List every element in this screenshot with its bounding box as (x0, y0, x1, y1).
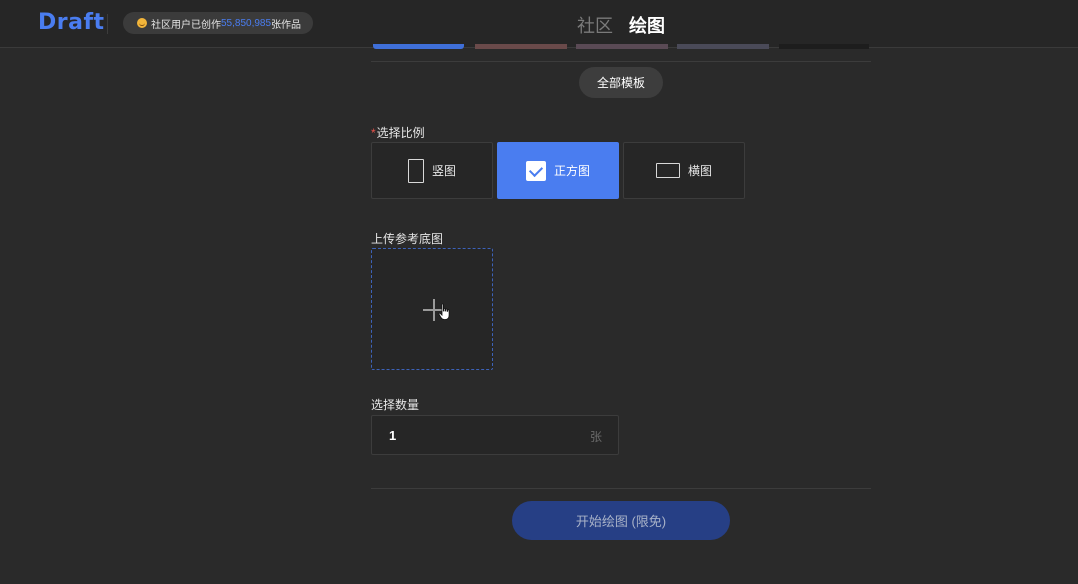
upload-label: 上传参考底图 (371, 232, 444, 246)
ratio-label: *选择比例 (371, 124, 425, 141)
quantity-unit: 张 (589, 430, 602, 444)
header-divider (107, 14, 108, 34)
required-mark: * (371, 126, 376, 140)
template-thumbnail[interactable] (576, 44, 668, 49)
start-drawing-button[interactable]: 开始绘图 (限免) (512, 501, 730, 540)
ratio-landscape-button[interactable]: 横图 (623, 142, 745, 199)
tab-community[interactable]: 社区 (577, 12, 613, 38)
section-divider (371, 61, 871, 62)
ratio-portrait-button[interactable]: 竖图 (371, 142, 493, 199)
main-nav: 社区 绘图 (577, 12, 665, 38)
landscape-icon (655, 163, 680, 178)
top-header: Draft 社区用户已创作 55,850,985 张作品 社区 绘图 (0, 0, 1078, 48)
quantity-label: 选择数量 (371, 398, 420, 412)
draft-logo[interactable]: Draft (38, 10, 105, 35)
section-divider (371, 488, 871, 489)
ratio-options: 竖图 正方图 横图 (371, 142, 745, 199)
template-thumbnail[interactable] (475, 44, 567, 49)
ratio-label-text: 选择比例 (376, 126, 425, 140)
check-icon (525, 160, 546, 181)
portrait-icon (407, 158, 424, 183)
ratio-option-label: 横图 (687, 164, 712, 178)
hand-cursor-icon (438, 303, 450, 320)
stats-count: 55,850,985 (221, 17, 272, 29)
ratio-square-button[interactable]: 正方图 (497, 142, 619, 199)
smile-icon (137, 18, 147, 28)
tab-draw[interactable]: 绘图 (629, 12, 665, 38)
ratio-option-label: 竖图 (431, 164, 456, 178)
stats-suffix: 张作品 (271, 19, 302, 31)
stats-prefix: 社区用户已创作 (151, 19, 221, 31)
upload-reference-image[interactable] (371, 248, 493, 370)
template-thumbnail[interactable] (677, 44, 769, 49)
template-thumbnail[interactable] (779, 44, 869, 49)
ratio-option-label: 正方图 (553, 164, 590, 178)
all-templates-button[interactable]: 全部模板 (579, 67, 663, 98)
community-stats-badge: 社区用户已创作 55,850,985 张作品 (123, 12, 314, 34)
template-thumbnail[interactable] (373, 44, 464, 49)
quantity-input[interactable] (389, 428, 569, 443)
quantity-field: 张 (371, 415, 619, 455)
